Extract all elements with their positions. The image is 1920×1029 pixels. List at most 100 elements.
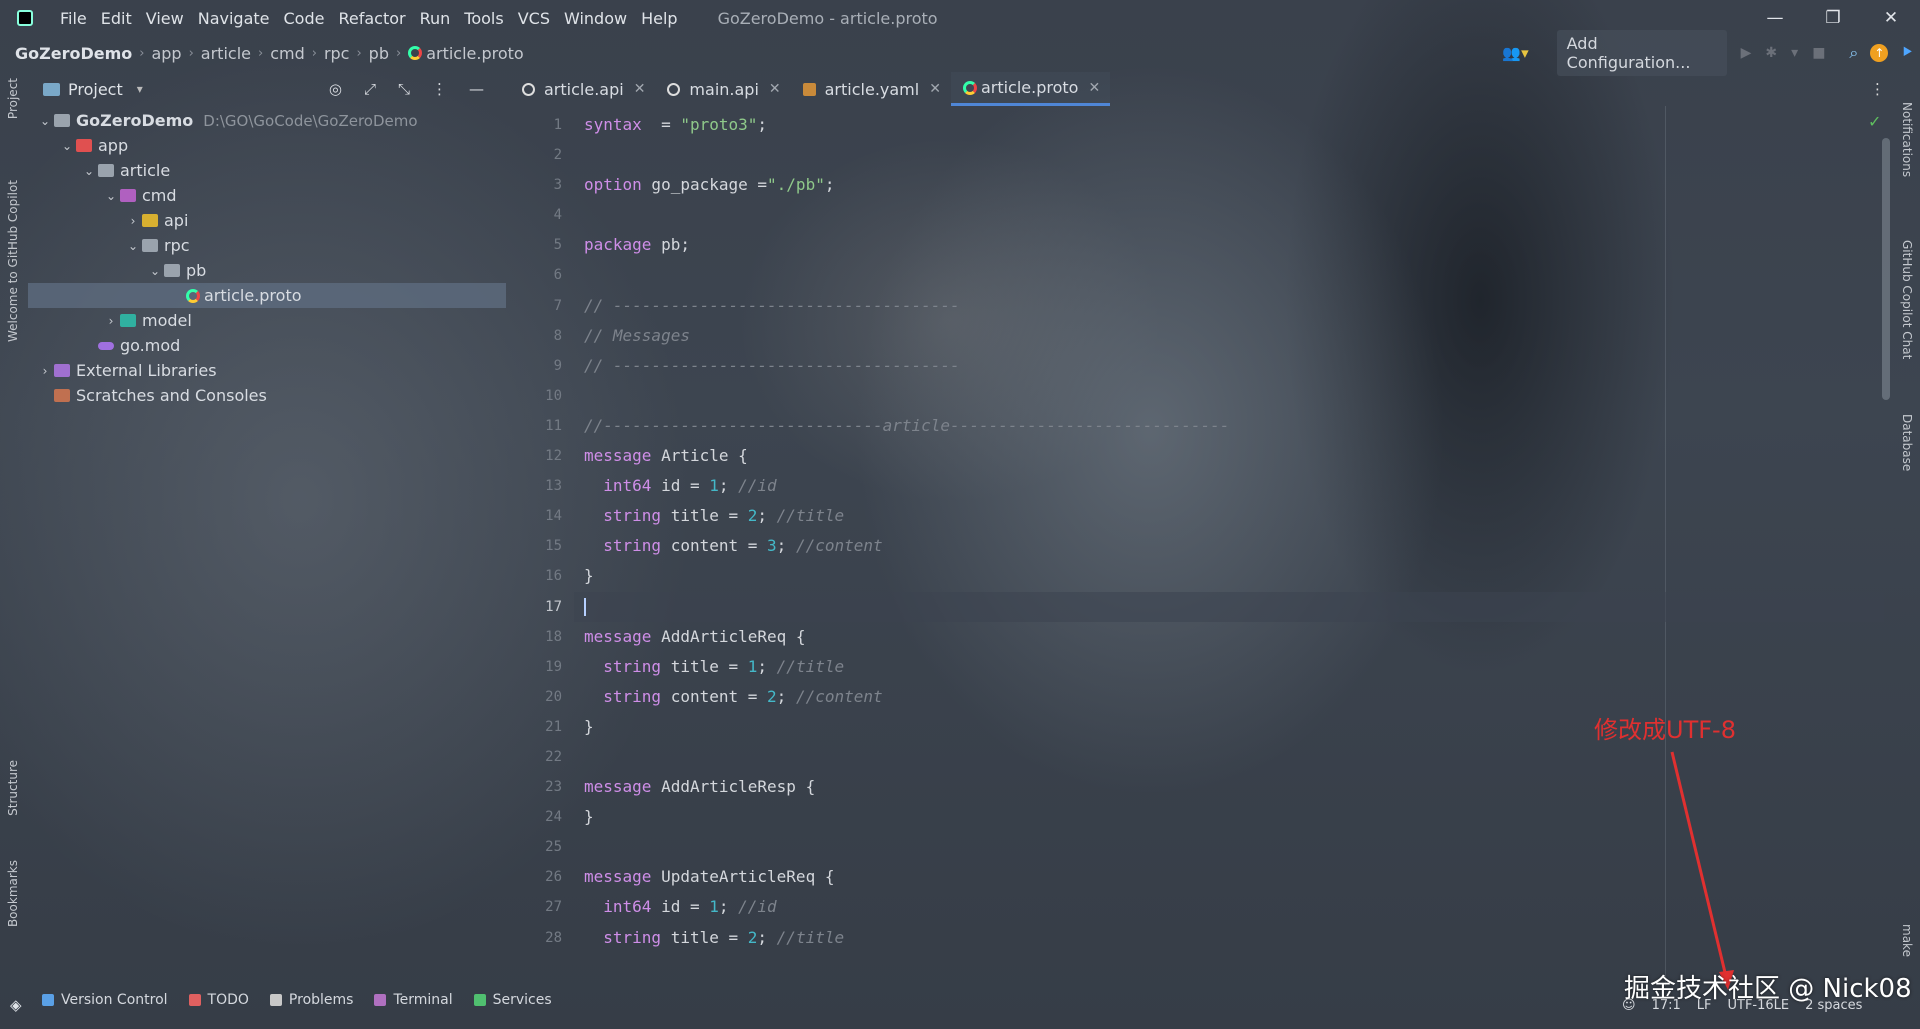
editor-tab[interactable]: main.api ✕ — [655, 72, 790, 106]
menu-navigate[interactable]: Navigate — [191, 9, 277, 28]
chevron-down-icon[interactable]: ⌄ — [146, 264, 164, 278]
chevron-down-icon[interactable]: ▾ — [137, 82, 143, 96]
code-line[interactable] — [584, 260, 1884, 290]
hide-panel-icon[interactable]: — — [469, 80, 484, 98]
no-problems-check-icon[interactable]: ✓ — [1868, 112, 1881, 131]
editor-tab[interactable]: article.api ✕ — [510, 72, 655, 106]
breadcrumb-cmd[interactable]: cmd — [270, 44, 305, 63]
chevron-down-icon[interactable]: ⌄ — [36, 114, 54, 128]
code-line[interactable]: message Article { — [584, 441, 1884, 471]
code-line[interactable]: // ------------------------------------ — [584, 351, 1884, 381]
project-tool-button[interactable]: Project — [6, 78, 20, 119]
code-line[interactable]: } — [584, 561, 1884, 591]
menu-refactor[interactable]: Refactor — [331, 9, 412, 28]
menu-edit[interactable]: Edit — [94, 9, 139, 28]
chevron-down-icon[interactable]: ⌄ — [80, 164, 98, 178]
tool-services[interactable]: Services — [473, 992, 552, 1008]
run-icon[interactable]: ▶ — [1741, 45, 1752, 61]
close-tab-icon[interactable]: ✕ — [634, 81, 646, 97]
database-tool-button[interactable]: Database — [1900, 414, 1914, 471]
tree-item[interactable]: article.proto — [28, 283, 506, 308]
restore-button[interactable]: ❐ — [1804, 8, 1862, 28]
debug-icon[interactable]: ✱ — [1765, 45, 1777, 61]
code-line[interactable] — [584, 381, 1884, 411]
tool-terminal[interactable]: Terminal — [374, 992, 453, 1008]
close-tab-icon[interactable]: ✕ — [929, 81, 941, 97]
menu-vcs[interactable]: VCS — [511, 9, 557, 28]
copilot-chat-tool-button[interactable]: GitHub Copilot Chat — [1900, 240, 1914, 359]
tree-item[interactable]: ⌄ rpc — [28, 233, 506, 258]
code-line[interactable]: message AddArticleReq { — [584, 622, 1884, 652]
structure-tool-button[interactable]: Structure — [6, 760, 20, 816]
menu-help[interactable]: Help — [634, 9, 684, 28]
code-line[interactable]: int64 id = 1; //id — [584, 471, 1884, 501]
code-line[interactable] — [574, 591, 1884, 622]
breadcrumb-rpc[interactable]: rpc — [324, 44, 350, 63]
editor-tab[interactable]: article.proto ✕ — [950, 72, 1111, 106]
make-tool-button[interactable]: make — [1900, 924, 1914, 957]
minimize-button[interactable]: — — [1746, 8, 1804, 28]
ide-update-icon[interactable]: ↑ — [1870, 44, 1889, 62]
layers-icon[interactable]: ◈ — [10, 996, 22, 1014]
tool-version-control[interactable]: Version Control — [42, 992, 168, 1008]
chevron-right-icon[interactable]: › — [124, 214, 142, 228]
chevron-down-icon[interactable]: ⌄ — [102, 189, 120, 203]
code-line[interactable]: string content = 3; //content — [584, 531, 1884, 561]
code-line[interactable] — [584, 742, 1884, 772]
chevron-down-icon[interactable]: ⌄ — [58, 139, 76, 153]
tree-item[interactable]: ⌄ article — [28, 158, 506, 183]
copilot-welcome-tool-button[interactable]: Welcome to GitHub Copilot — [6, 180, 20, 342]
editor-tab[interactable]: article.yaml ✕ — [791, 72, 951, 106]
code-line[interactable]: // Messages — [584, 321, 1884, 351]
collapse-all-icon[interactable]: ⤡ — [398, 80, 410, 98]
menu-view[interactable]: View — [139, 9, 191, 28]
breadcrumb-file[interactable]: article.proto — [426, 44, 524, 63]
chevron-right-icon[interactable]: › — [36, 364, 54, 378]
notifications-tool-button[interactable]: Notifications — [1900, 102, 1914, 177]
breadcrumb-project[interactable]: GoZeroDemo — [15, 44, 132, 63]
code-line[interactable]: } — [584, 802, 1884, 832]
breadcrumb-article[interactable]: article — [201, 44, 251, 63]
menu-file[interactable]: File — [53, 9, 94, 28]
search-everywhere-icon[interactable]: ⌕ — [1849, 43, 1858, 63]
tree-item[interactable]: ⌄ app — [28, 133, 506, 158]
tree-item[interactable]: Scratches and Consoles — [28, 383, 506, 408]
code-line[interactable] — [584, 140, 1884, 170]
tree-item[interactable]: ⌄ cmd — [28, 183, 506, 208]
editor-scrollbar[interactable] — [1882, 138, 1890, 400]
menu-tools[interactable]: Tools — [457, 9, 510, 28]
menu-run[interactable]: Run — [413, 9, 458, 28]
tree-item[interactable]: › External Libraries — [28, 358, 506, 383]
expand-all-icon[interactable]: ⤢ — [364, 80, 376, 98]
close-tab-icon[interactable]: ✕ — [1088, 80, 1100, 96]
close-tab-icon[interactable]: ✕ — [769, 81, 781, 97]
breadcrumb-app[interactable]: app — [151, 44, 181, 63]
tree-item[interactable]: › model — [28, 308, 506, 333]
code-line[interactable] — [584, 200, 1884, 230]
code-line[interactable]: string content = 2; //content — [584, 682, 1884, 712]
bookmarks-tool-button[interactable]: Bookmarks — [6, 860, 20, 927]
code-line[interactable]: option go_package ="./pb"; — [584, 170, 1884, 200]
more-run-options-icon[interactable]: ▾ — [1791, 45, 1798, 61]
tool-todo[interactable]: TODO — [188, 992, 249, 1008]
code-line[interactable]: package pb; — [584, 230, 1884, 260]
chevron-down-icon[interactable]: ⌄ — [124, 239, 142, 253]
add-configuration-button[interactable]: Add Configuration... — [1556, 30, 1727, 76]
breadcrumb-pb[interactable]: pb — [369, 44, 389, 63]
menu-window[interactable]: Window — [557, 9, 634, 28]
tabs-options-icon[interactable]: ⋮ — [1870, 80, 1892, 98]
code-line[interactable]: message UpdateArticleReq { — [584, 862, 1884, 892]
tree-item[interactable]: ⌄ pb — [28, 258, 506, 283]
code-line[interactable]: int64 id = 1; //id — [584, 892, 1884, 922]
close-button[interactable]: ✕ — [1862, 8, 1920, 28]
tree-item[interactable]: › api — [28, 208, 506, 233]
tree-item[interactable]: ⌄ GoZeroDemo D:\GO\GoCode\GoZeroDemo — [28, 108, 506, 133]
code-line[interactable]: syntax = "proto3"; — [584, 110, 1884, 140]
tool-problems[interactable]: Problems — [269, 992, 353, 1008]
code-editor[interactable]: syntax = "proto3"; option go_package ="./… — [574, 110, 1884, 953]
code-line[interactable]: //-----------------------------article--… — [584, 411, 1884, 441]
code-line[interactable]: string title = 1; //title — [584, 652, 1884, 682]
tree-item[interactable]: go.mod — [28, 333, 506, 358]
code-with-me-icon[interactable]: 👥▾ — [1502, 44, 1528, 62]
locate-file-icon[interactable]: ◎ — [329, 80, 342, 98]
